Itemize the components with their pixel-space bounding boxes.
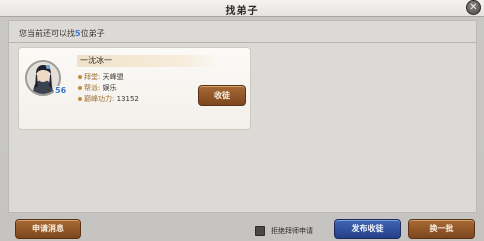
find-disciple-window: 找弟子 ✕ 您当前还可以找5位弟子 56 一沈冰一 拜堂: 天峰盟 帮派: 娱乐… [0,0,484,241]
publish-recruit-button[interactable]: 发布收徒 [334,219,401,239]
apply-messages-button[interactable]: 申请消息 [15,219,81,239]
close-icon[interactable]: ✕ [466,0,481,15]
power-value: 13152 [116,95,139,103]
level-badge: 56 [54,86,68,95]
sect-value: 天峰盟 [102,73,124,81]
name-bar: 一沈冰一 [77,55,221,67]
accept-disciple-button[interactable]: 收徒 [198,85,246,106]
quota-suffix: 位弟子 [80,29,105,38]
window-title: 找弟子 [225,6,259,17]
sect-row: 拜堂: 天峰盟 [78,72,124,82]
disciple-card: 56 一沈冰一 拜堂: 天峰盟 帮派: 娱乐 巅峰功力: 13152 收徒 [18,47,251,130]
divider [9,42,476,43]
quota-text: 您当前还可以找5位弟子 [19,28,105,39]
bullet-icon [78,75,82,79]
refresh-list-button[interactable]: 换一批 [408,219,475,239]
bullet-icon [78,97,82,101]
sect-label: 拜堂: [84,73,101,81]
power-row: 巅峰功力: 13152 [78,94,139,104]
faction-value: 娱乐 [102,84,117,92]
reject-requests-label[interactable]: 拒绝拜师申请 [271,226,313,236]
title-bar: 找弟子 ✕ [0,0,484,17]
content-panel: 您当前还可以找5位弟子 56 一沈冰一 拜堂: 天峰盟 帮派: 娱乐 巅峰功力:… [8,20,477,213]
quota-prefix: 您当前还可以找 [19,29,75,38]
faction-row: 帮派: 娱乐 [78,83,117,93]
power-label: 巅峰功力: [84,95,115,103]
faction-label: 帮派: [84,84,101,92]
bullet-icon [78,86,82,90]
disciple-name: 一沈冰一 [80,56,112,65]
reject-requests-checkbox[interactable] [255,226,265,236]
